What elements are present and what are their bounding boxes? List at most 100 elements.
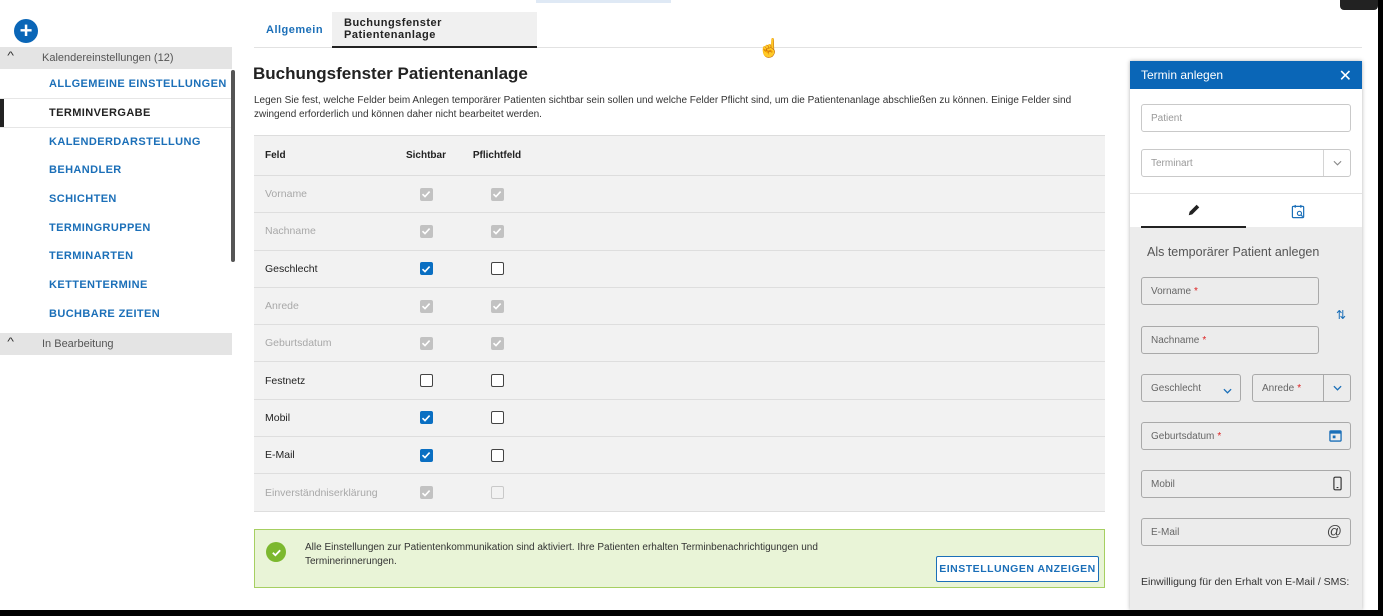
chevron-up-icon: ^ [7, 336, 14, 348]
field-name: Geburtsdatum [265, 337, 332, 350]
panel-tabs [1130, 193, 1362, 228]
geburtsdatum-label: Geburtsdatum [1151, 430, 1215, 442]
consent-label: Einwilligung für den Erhalt von E-Mail /… [1141, 576, 1350, 588]
required-mark: * [1217, 430, 1222, 442]
geschlecht-select[interactable]: Geschlecht [1141, 374, 1241, 402]
required-mark: * [1194, 285, 1198, 297]
header-field: Feld [265, 150, 286, 161]
hand-cursor-icon: ☝ [758, 38, 781, 58]
required-mark: * [1202, 334, 1207, 346]
chevron-down-icon [1323, 150, 1350, 176]
required-checkbox[interactable] [490, 448, 504, 462]
group-in-bearbeitung[interactable]: ^ In Bearbeitung [0, 333, 232, 355]
visible-checkbox[interactable] [419, 374, 433, 388]
swap-icon[interactable]: ⇅ [1336, 308, 1346, 322]
required-checkbox [490, 224, 504, 238]
required-checkbox[interactable] [490, 374, 504, 388]
visible-cell [387, 336, 465, 350]
required-cell [465, 299, 529, 313]
anrede-select[interactable]: Anrede * [1252, 374, 1351, 402]
calendar-search-icon [1291, 204, 1305, 218]
visible-checkbox[interactable] [419, 262, 433, 276]
tab-buchungsfenster[interactable]: Buchungsfenster Patientenanlage [332, 12, 537, 48]
required-cell [465, 486, 529, 500]
visible-checkbox [419, 187, 433, 201]
table-row: Nachname [254, 213, 1105, 251]
terminart-placeholder: Terminart [1151, 157, 1193, 169]
fields-table: Feld Sichtbar Pflichtfeld Vorname Nachnam… [254, 135, 1105, 512]
add-button[interactable]: + [14, 19, 38, 43]
vorname-field[interactable]: Vorname * [1141, 277, 1319, 305]
group-kalendereinstellungen[interactable]: ^ Kalendereinstellungen (12) [0, 47, 232, 69]
tab-calendar-search[interactable] [1246, 194, 1351, 228]
visible-cell [387, 262, 465, 276]
header-required: Pflichtfeld [472, 150, 522, 161]
email-label: E-Mail [1151, 526, 1180, 538]
chevron-up-icon: ^ [7, 50, 14, 62]
tab-allgemein[interactable]: Allgemein [254, 12, 335, 48]
show-settings-button[interactable]: EINSTELLUNGEN ANZEIGEN [936, 556, 1099, 582]
sidebar-item-behandler[interactable]: BEHANDLER [0, 156, 232, 185]
pencil-icon [1188, 204, 1199, 216]
sidebar-item-allgemeine-einstellungen[interactable]: ALLGEMEINE EINSTELLUNGEN [0, 70, 232, 99]
table-row: Festnetz [254, 362, 1105, 400]
group-label: In Bearbeitung [42, 338, 114, 350]
group-label: Kalendereinstellungen (12) [42, 52, 174, 64]
required-checkbox[interactable] [490, 262, 504, 276]
terminart-select[interactable]: Terminart [1141, 149, 1351, 177]
table-row: Einverständniserklärung [254, 474, 1105, 512]
tab-edit[interactable] [1141, 194, 1246, 228]
window-corner [1340, 0, 1378, 10]
sidebar-item-kalenderdarstellung[interactable]: KALENDERDARSTELLUNG [0, 127, 232, 156]
visible-checkbox[interactable] [419, 411, 433, 425]
at-icon: @ [1326, 523, 1342, 540]
panel-subtitle: Als temporärer Patient anlegen [1147, 245, 1320, 259]
close-icon[interactable]: ✕ [1339, 66, 1352, 86]
required-cell [465, 224, 529, 238]
required-cell [465, 448, 529, 462]
visible-cell [387, 411, 465, 425]
sidebar-item-terminvergabe[interactable]: TERMINVERGABE [0, 98, 232, 128]
field-name: Anrede [265, 300, 299, 313]
sidebar-item-terminarten[interactable]: TERMINARTEN [0, 242, 232, 271]
visible-cell [387, 486, 465, 500]
field-name: E-Mail [265, 449, 295, 462]
screen: + ^ Kalendereinstellungen (12) ALLGEMEIN… [0, 0, 1378, 610]
sidebar-item-kettentermine[interactable]: KETTENTERMINE [0, 271, 232, 300]
email-field[interactable]: E-Mail @ [1141, 518, 1351, 546]
panel-header: Termin anlegen ✕ [1130, 61, 1362, 89]
mobil-field[interactable]: Mobil [1141, 470, 1351, 498]
top-indicator [536, 0, 671, 3]
field-name: Geschlecht [265, 262, 318, 275]
required-cell [465, 336, 529, 350]
vorname-label: Vorname [1151, 285, 1192, 297]
sidebar-scrollbar[interactable] [231, 70, 235, 262]
appointment-panel: Termin anlegen ✕ Patient Terminart Als t… [1130, 61, 1362, 610]
geburtsdatum-field[interactable]: Geburtsdatum * [1141, 422, 1351, 450]
required-cell [465, 374, 529, 388]
sidebar-item-schichten[interactable]: SCHICHTEN [0, 185, 232, 214]
table-row: Mobil [254, 400, 1105, 438]
header-visible: Sichtbar [405, 150, 446, 161]
required-checkbox [490, 336, 504, 350]
sidebar-item-buchbare-zeiten[interactable]: BUCHBARE ZEITEN [0, 300, 232, 329]
calendar-icon[interactable] [1329, 429, 1342, 445]
table-row: Geschlecht [254, 251, 1105, 288]
page-description: Legen Sie fest, welche Felder beim Anleg… [254, 95, 1072, 120]
chevron-down-icon [1323, 375, 1350, 401]
panel-top: Patient Terminart [1130, 89, 1362, 228]
nachname-field[interactable]: Nachname * [1141, 326, 1319, 354]
required-checkbox [490, 486, 504, 500]
field-name: Festnetz [265, 374, 306, 387]
patient-input[interactable]: Patient [1141, 104, 1351, 132]
required-checkbox[interactable] [490, 411, 504, 425]
required-checkbox [490, 299, 504, 313]
patient-placeholder: Patient [1151, 112, 1183, 124]
table-body: Vorname Nachname Geschlecht Anrede Geburtsda… [254, 176, 1105, 512]
phone-icon [1333, 476, 1342, 494]
sidebar-item-termingruppen[interactable]: TERMINGRUPPEN [0, 213, 232, 242]
visible-checkbox [419, 486, 433, 500]
visible-cell [387, 299, 465, 313]
table-row: Anrede [254, 288, 1105, 326]
visible-checkbox[interactable] [419, 448, 433, 462]
